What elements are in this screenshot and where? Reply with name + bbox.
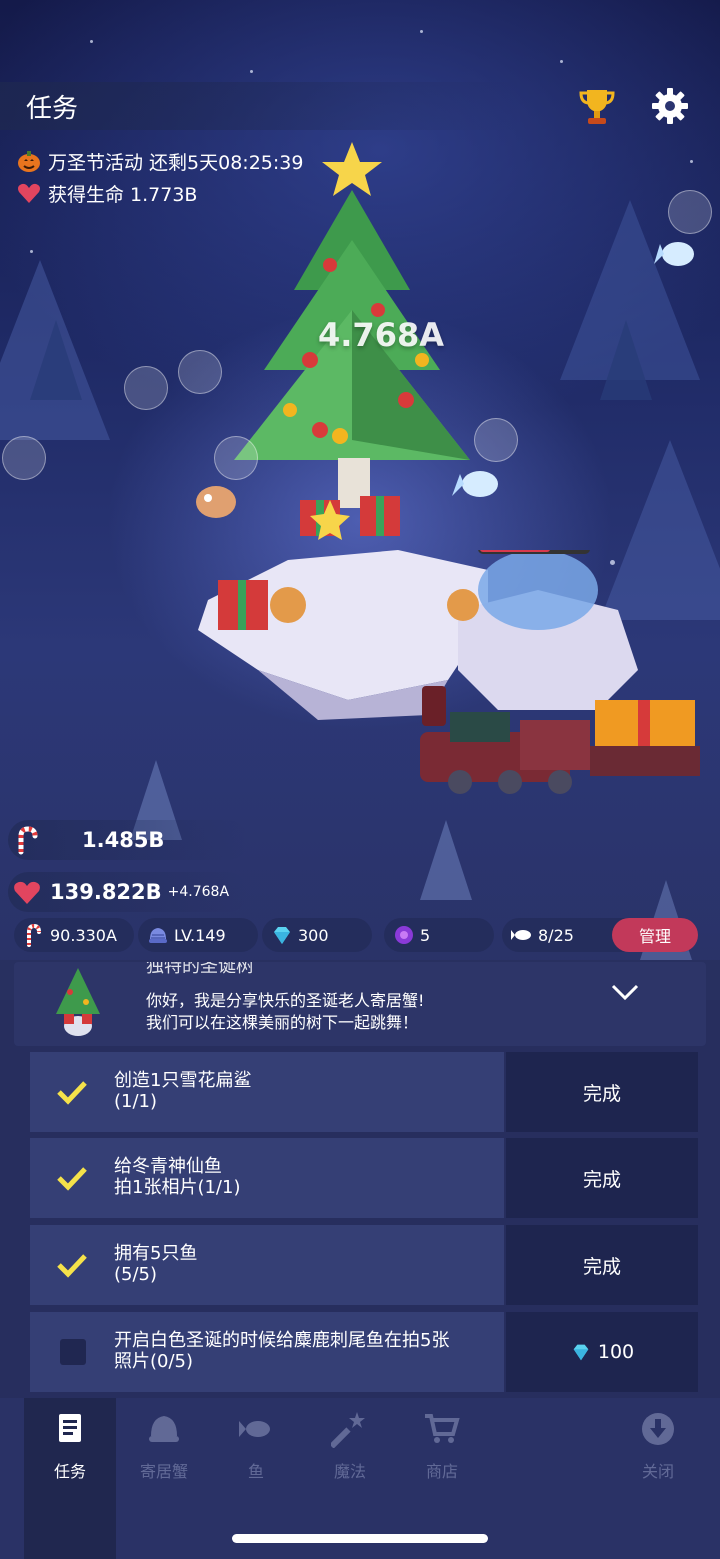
hermit-crab-icon <box>149 1416 179 1442</box>
candy-bubble[interactable] <box>178 350 222 394</box>
life-earned-label: 获得生命 1.773B <box>48 183 198 206</box>
fish-icon <box>511 930 531 940</box>
stat-gems[interactable]: 300 <box>262 918 372 952</box>
hermit-crab-icon <box>149 928 167 943</box>
puffer-fish[interactable] <box>192 482 242 522</box>
task-title: 开启白色圣诞的时候给麋鹿刺尾鱼在拍5张 <box>114 1330 450 1351</box>
magic-orb-icon <box>395 926 413 944</box>
trophy-icon[interactable] <box>578 86 616 126</box>
task-row: 给冬青神仙鱼 拍1张相片(1/1) 完成 <box>30 1138 698 1218</box>
checkmark-icon <box>57 1167 87 1191</box>
task-complete-button[interactable]: 完成 <box>506 1225 698 1305</box>
task-row: 拥有5只鱼 (5/5) 完成 <box>30 1225 698 1305</box>
quest-header[interactable]: 独特的圣诞树 你好，我是分享快乐的圣诞老人寄居蟹! 我们可以在这棵美丽的树下一起… <box>14 962 706 1046</box>
scroll-icon <box>59 1414 81 1442</box>
stat-level-value: LV.149 <box>174 925 226 945</box>
stat-orbs[interactable]: 5 <box>384 918 494 952</box>
task-info: 创造1只雪花扁鲨 (1/1) <box>30 1052 504 1132</box>
pumpkin-icon <box>18 151 40 172</box>
stat-orbs-value: 5 <box>420 925 431 945</box>
nav-tasks[interactable]: 任务 <box>24 1398 116 1559</box>
heart-icon <box>18 183 40 203</box>
stat-candy[interactable]: 90.330A <box>14 918 134 952</box>
candy-bubble[interactable] <box>214 436 258 480</box>
nav-shop-label: 商店 <box>425 1462 458 1481</box>
gear-icon[interactable] <box>650 86 690 126</box>
nav-tasks-label: 任务 <box>53 1462 86 1481</box>
quest-description-line2: 我们可以在这棵美丽的树下一起跳舞！ <box>146 1013 419 1032</box>
task-progress: (1/1) <box>114 1091 158 1112</box>
cart-icon <box>425 1414 460 1443</box>
candy-counter: 1.485B <box>8 820 248 860</box>
fish-icon <box>239 1421 270 1437</box>
task-title: 创造1只雪花扁鲨 <box>114 1070 252 1091</box>
hearts-value: 139.822B <box>50 880 162 904</box>
candy-cane-icon <box>18 826 38 855</box>
checkmark-icon <box>57 1081 87 1105</box>
candy-value: 1.485B <box>82 828 165 852</box>
heart-icon <box>14 881 40 904</box>
home-indicator[interactable] <box>232 1534 488 1543</box>
stat-candy-value: 90.330A <box>50 925 117 945</box>
task-title: 给冬青神仙鱼 <box>114 1156 222 1177</box>
quest-description-line1: 你好，我是分享快乐的圣诞老人寄居蟹! <box>146 991 425 1010</box>
nav-close[interactable]: 关闭 <box>612 1398 704 1559</box>
nav-crabs-label: 寄居蟹 <box>139 1462 188 1481</box>
candy-bubble[interactable] <box>2 436 46 480</box>
christmas-train <box>420 686 700 794</box>
task-reward-value: 100 <box>597 1341 635 1363</box>
life-earned: 获得生命 1.773B <box>16 178 197 208</box>
quest-name: 独特的圣诞树 <box>146 962 254 977</box>
hearts-rate: +4.768A <box>167 884 230 900</box>
close-arrow-icon <box>642 1413 674 1445</box>
task-progress: (5/5) <box>114 1264 158 1285</box>
task-info: 给冬青神仙鱼 拍1张相片(1/1) <box>30 1138 504 1218</box>
nav-fish-label: 鱼 <box>247 1462 264 1481</box>
diamond-icon <box>573 1344 589 1361</box>
snowflake-fish[interactable] <box>650 220 700 280</box>
christmas-crab-avatar <box>56 968 100 1036</box>
diamond-icon <box>274 927 290 944</box>
magic-wand-icon <box>331 1412 365 1448</box>
snowflake-fish[interactable] <box>446 456 506 516</box>
candy-bubble[interactable] <box>124 366 168 410</box>
tree-life-value: 4.768A <box>318 316 444 354</box>
nav-crabs[interactable]: 寄居蟹 <box>118 1398 210 1559</box>
page-title: 任务 <box>26 94 79 124</box>
task-reward[interactable]: 100 <box>506 1312 698 1392</box>
task-row: 开启白色圣诞的时候给麋鹿刺尾鱼在拍5张 照片(0/5) 100 <box>30 1312 698 1392</box>
stat-gems-value: 300 <box>298 925 329 945</box>
task-info: 拥有5只鱼 (5/5) <box>30 1225 504 1305</box>
task-complete-button[interactable]: 完成 <box>506 1138 698 1218</box>
manage-button[interactable]: 管理 <box>612 918 698 952</box>
hearts-counter: 139.822B +4.768A <box>8 872 248 912</box>
chevron-down-icon[interactable] <box>610 982 640 1002</box>
stat-level[interactable]: LV.149 <box>138 918 258 952</box>
task-complete-button[interactable]: 完成 <box>506 1052 698 1132</box>
task-progress: 照片(0/5) <box>114 1351 194 1372</box>
nav-magic-label: 魔法 <box>333 1462 366 1481</box>
checkmark-icon <box>57 1254 87 1278</box>
stat-fish-value: 8/25 <box>538 925 574 945</box>
task-row: 创造1只雪花扁鲨 (1/1) 完成 <box>30 1052 698 1132</box>
task-info: 开启白色圣诞的时候给麋鹿刺尾鱼在拍5张 照片(0/5) <box>30 1312 504 1392</box>
task-title: 拥有5只鱼 <box>114 1243 198 1264</box>
candy-cane-icon <box>27 923 41 947</box>
empty-checkbox <box>60 1339 86 1365</box>
nav-close-label: 关闭 <box>641 1462 674 1481</box>
task-progress: 拍1张相片(1/1) <box>114 1177 241 1198</box>
